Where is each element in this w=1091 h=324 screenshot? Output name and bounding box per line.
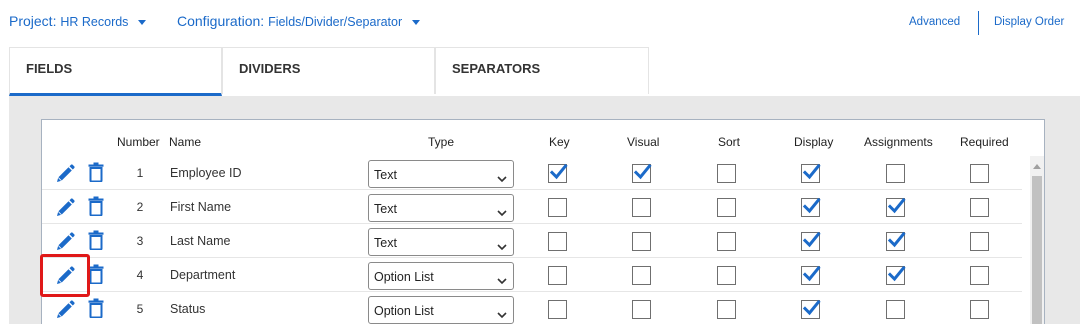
sort-checkbox[interactable] xyxy=(717,232,736,251)
trash-icon[interactable] xyxy=(88,298,104,319)
required-checkbox[interactable] xyxy=(970,164,989,183)
top-bar: Project: HR Records Configuration: Field… xyxy=(0,0,1091,46)
row-number: 1 xyxy=(136,166,144,180)
tab-dividers[interactable]: DIVIDERS xyxy=(222,47,435,94)
scroll-up-icon[interactable] xyxy=(1033,164,1041,169)
display-checkbox[interactable] xyxy=(801,231,821,251)
chevron-down-icon xyxy=(497,170,507,183)
sort-checkbox[interactable] xyxy=(717,164,736,183)
display-checkbox[interactable] xyxy=(801,265,821,285)
advanced-link[interactable]: Advanced xyxy=(909,16,960,28)
row-number: 4 xyxy=(136,268,144,282)
table-row: 1 Employee ID Text xyxy=(42,156,1022,190)
field-name: First Name xyxy=(170,200,232,214)
tab-fields[interactable]: FIELDS xyxy=(9,47,222,96)
header-sort: Sort xyxy=(718,135,741,149)
chevron-down-icon xyxy=(497,306,507,319)
pencil-icon[interactable] xyxy=(54,163,76,185)
trash-icon[interactable] xyxy=(88,264,104,285)
vertical-scrollbar[interactable] xyxy=(1030,156,1044,324)
sort-checkbox[interactable] xyxy=(717,300,736,319)
type-select-value: Text xyxy=(374,168,397,182)
chevron-down-icon xyxy=(412,19,421,25)
configuration-selector[interactable]: Configuration: Fields/Divider/Separator xyxy=(177,13,421,29)
required-checkbox[interactable] xyxy=(970,300,989,319)
key-checkbox[interactable] xyxy=(548,232,567,251)
pencil-icon[interactable] xyxy=(54,231,76,253)
visual-checkbox[interactable] xyxy=(632,266,651,285)
trash-icon[interactable] xyxy=(88,230,104,251)
type-select[interactable]: Text xyxy=(368,160,514,188)
field-name: Status xyxy=(170,302,206,316)
row-number: 2 xyxy=(136,200,144,214)
type-select[interactable]: Text xyxy=(368,194,514,222)
visual-checkbox[interactable] xyxy=(632,198,651,217)
type-select-value: Option List xyxy=(374,270,434,284)
tab-bar: FIELDS DIVIDERS SEPARATORS xyxy=(9,47,649,96)
project-selector[interactable]: Project: HR Records xyxy=(9,13,147,29)
display-checkbox[interactable] xyxy=(801,163,821,183)
header-key: Key xyxy=(549,135,570,149)
display-checkbox[interactable] xyxy=(801,197,821,217)
project-label: Project: xyxy=(9,13,57,29)
configuration-label: Configuration: xyxy=(177,13,265,29)
header-assignments: Assignments xyxy=(864,135,933,149)
visual-checkbox[interactable] xyxy=(632,232,651,251)
table-row: 4 Department Option List xyxy=(42,258,1022,292)
chevron-down-icon xyxy=(497,272,507,285)
scrollbar-thumb[interactable] xyxy=(1032,176,1042,324)
field-name: Last Name xyxy=(170,234,231,248)
pencil-icon[interactable] xyxy=(54,197,76,219)
row-number: 3 xyxy=(136,234,144,248)
display-order-link[interactable]: Display Order xyxy=(994,16,1064,28)
link-divider xyxy=(978,11,979,35)
type-select-value: Text xyxy=(374,236,397,250)
key-checkbox[interactable] xyxy=(548,300,567,319)
required-checkbox[interactable] xyxy=(970,198,989,217)
type-select-value: Option List xyxy=(374,304,434,318)
chevron-down-icon xyxy=(497,238,507,251)
header-required: Required xyxy=(960,135,1009,149)
trash-icon[interactable] xyxy=(88,162,104,183)
key-checkbox[interactable] xyxy=(548,163,568,183)
tab-separators[interactable]: SEPARATORS xyxy=(435,47,649,94)
field-name: Department xyxy=(170,268,236,282)
key-checkbox[interactable] xyxy=(548,198,567,217)
sort-checkbox[interactable] xyxy=(717,266,736,285)
header-display: Display xyxy=(794,135,834,149)
type-select[interactable]: Option List xyxy=(368,262,514,290)
sort-checkbox[interactable] xyxy=(717,198,736,217)
header-number: Number xyxy=(117,135,160,149)
assignments-checkbox[interactable] xyxy=(886,164,905,183)
field-name: Employee ID xyxy=(170,166,242,180)
type-select-value: Text xyxy=(374,202,397,216)
display-checkbox[interactable] xyxy=(801,299,821,319)
pencil-icon[interactable] xyxy=(54,299,76,321)
visual-checkbox[interactable] xyxy=(632,163,652,183)
table-row: 5 Status Option List xyxy=(42,292,1022,324)
assignments-checkbox[interactable] xyxy=(886,300,905,319)
header-name: Name xyxy=(169,135,202,149)
header-type: Type xyxy=(428,135,455,149)
project-value: HR Records xyxy=(60,15,129,29)
configuration-value: Fields/Divider/Separator xyxy=(268,15,403,29)
table-row: 2 First Name Text xyxy=(42,190,1022,224)
key-checkbox[interactable] xyxy=(548,266,567,285)
trash-icon[interactable] xyxy=(88,196,104,217)
visual-checkbox[interactable] xyxy=(632,300,651,319)
fields-grid: Number Name Type Key Visual Sort Display… xyxy=(41,119,1045,324)
chevron-down-icon xyxy=(497,204,507,217)
assignments-checkbox[interactable] xyxy=(886,265,906,285)
table-row: 3 Last Name Text xyxy=(42,224,1022,258)
highlight-box xyxy=(40,254,90,297)
required-checkbox[interactable] xyxy=(970,232,989,251)
type-select[interactable]: Text xyxy=(368,228,514,256)
row-number: 5 xyxy=(136,302,144,316)
required-checkbox[interactable] xyxy=(970,266,989,285)
assignments-checkbox[interactable] xyxy=(886,197,906,217)
chevron-down-icon xyxy=(138,19,147,25)
assignments-checkbox[interactable] xyxy=(886,231,906,251)
type-select[interactable]: Option List xyxy=(368,296,514,324)
header-visual: Visual xyxy=(627,135,660,149)
